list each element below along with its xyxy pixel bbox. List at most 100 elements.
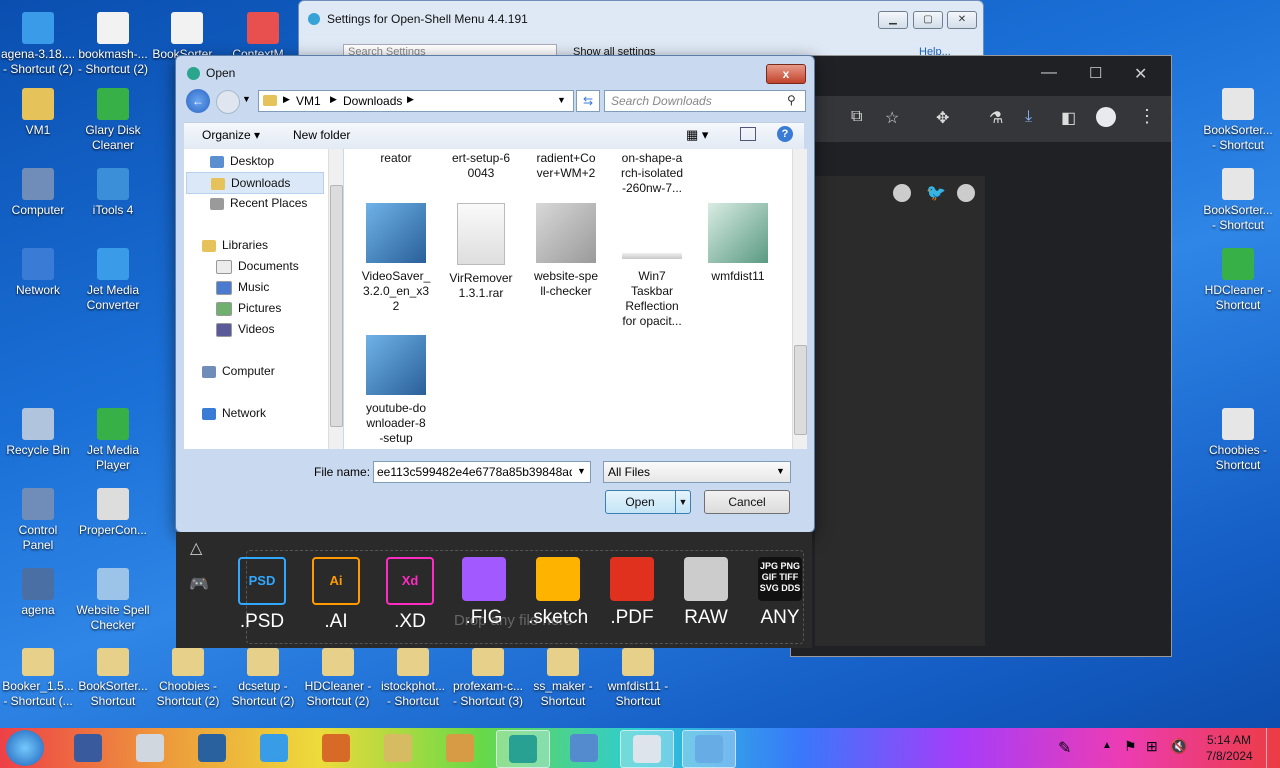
new-folder-button[interactable]: New folder: [293, 128, 350, 142]
desktop-icon[interactable]: agena: [0, 568, 76, 618]
address-dropdown-icon[interactable]: ▼: [557, 95, 566, 105]
file-item[interactable]: reator: [358, 151, 434, 166]
desktop-icon[interactable]: Choobies - Shortcut: [1200, 408, 1276, 473]
format-xd[interactable]: Xd .XD: [380, 557, 440, 633]
nav-scroll-thumb[interactable]: [330, 185, 343, 427]
desktop-icon[interactable]: BookSorter... - Shortcut: [1200, 168, 1276, 233]
desktop-icon[interactable]: Computer: [0, 168, 76, 218]
action-center-flag-icon[interactable]: ⚑: [1124, 738, 1137, 755]
twitter-icon[interactable]: 🐦: [926, 183, 946, 203]
bookmark-star-icon[interactable]: ☆: [885, 108, 899, 128]
cancel-button[interactable]: Cancel: [704, 490, 790, 514]
desktop-icon[interactable]: ProperCon...: [75, 488, 151, 538]
desktop-icon[interactable]: HDCleaner - Shortcut (2): [300, 648, 376, 709]
browser-window[interactable]: — ☐ ✕ ⧉ ☆ ✥ ⚗ ⤓ ◧ ⋮ 🐦: [790, 55, 1172, 657]
taskbar-app[interactable]: [558, 730, 610, 766]
open-split-arrow-icon[interactable]: ▼: [675, 491, 690, 513]
breadcrumb-root[interactable]: VM1: [296, 94, 321, 108]
organize-button[interactable]: Organize ▾: [202, 128, 260, 142]
desktop-icon[interactable]: Website Spell Checker: [75, 568, 151, 633]
taskbar-app[interactable]: [682, 730, 736, 768]
close-button[interactable]: ✕: [1134, 64, 1147, 84]
breadcrumb-folder[interactable]: Downloads: [343, 94, 402, 108]
tray-expand-icon[interactable]: ▲: [1102, 740, 1112, 751]
format-ai[interactable]: Ai .AI: [306, 557, 366, 633]
desktop-icon[interactable]: ss_maker - Shortcut: [525, 648, 601, 709]
taskbar-app[interactable]: [248, 730, 300, 766]
maximize-button[interactable]: ▢: [913, 11, 943, 29]
desktop-icon[interactable]: wmfdist11 - Shortcut: [600, 648, 676, 709]
download-icon[interactable]: ⤓: [1025, 108, 1032, 126]
file-name-input[interactable]: ee113c599482e4e6778a85b39848adbc ▼: [373, 461, 591, 483]
desktop-icon[interactable]: Booker_1.5... - Shortcut (...: [0, 648, 76, 709]
help-icon[interactable]: ?: [777, 126, 793, 142]
taskbar-app[interactable]: [62, 730, 114, 766]
taskbar-app[interactable]: [434, 730, 486, 766]
reddit-icon[interactable]: [893, 184, 911, 202]
file-type-select[interactable]: All Files ▼: [603, 461, 791, 483]
minimize-button[interactable]: —: [1041, 64, 1057, 82]
desktop-icon[interactable]: dcsetup - Shortcut (2): [225, 648, 301, 709]
desktop-icon[interactable]: HDCleaner - Shortcut: [1200, 248, 1276, 313]
format-pdf[interactable]: .PDF: [602, 557, 662, 629]
network-tray-icon[interactable]: ⊞: [1146, 738, 1158, 755]
gamepad-icon[interactable]: 🎮: [189, 574, 209, 594]
desktop-icon[interactable]: VM1: [0, 88, 76, 138]
menu-icon[interactable]: ⋮: [1138, 106, 1156, 127]
open-button[interactable]: Open ▼: [605, 490, 691, 514]
file-item[interactable]: VideoSaver_ 3.2.0_en_x3 2: [358, 203, 434, 314]
search-downloads-input[interactable]: Search Downloads ⚲: [604, 90, 806, 112]
preview-pane-icon[interactable]: [740, 127, 756, 141]
file-item[interactable]: on-shape-a rch-isolated -260nw-7...: [614, 151, 690, 196]
address-bar[interactable]: ▶ VM1 ▶ Downloads ▶ ▼: [258, 90, 574, 112]
start-button[interactable]: [6, 730, 44, 766]
lab-icon[interactable]: ⚗: [989, 108, 1003, 128]
taskbar-app[interactable]: [620, 730, 674, 768]
desktop-icon[interactable]: Glary Disk Cleaner: [75, 88, 151, 153]
format-drop-bar[interactable]: △ 🎮 Drop any file here PSD .PSD Ai .AI Xd .XD…: [176, 532, 812, 648]
desktop-icon[interactable]: BookSorter... - Shortcut: [1200, 88, 1276, 153]
nav-favorite-downloads[interactable]: Downloads: [186, 172, 324, 194]
file-item[interactable]: wmfdist11: [700, 203, 776, 284]
file-scroll-thumb[interactable]: [794, 345, 807, 435]
view-options-icon[interactable]: ▦ ▾: [686, 127, 708, 143]
taskbar-app[interactable]: [496, 730, 550, 768]
file-item[interactable]: youtube-do wnloader-8 -setup: [358, 335, 434, 446]
install-icon[interactable]: ⧉: [851, 108, 862, 126]
nav-network[interactable]: Network: [202, 403, 342, 423]
desktop-icon[interactable]: Choobies - Shortcut (2): [150, 648, 226, 709]
desktop-icon[interactable]: agena-3.18.... - Shortcut (2): [0, 12, 76, 77]
file-name-dropdown-icon[interactable]: ▼: [577, 466, 586, 476]
file-list-scrollbar[interactable]: [792, 149, 807, 449]
clock-time[interactable]: 5:14 AM: [1207, 733, 1251, 747]
maximize-button[interactable]: ☐: [1089, 64, 1102, 82]
show-desktop-button[interactable]: [1266, 728, 1280, 768]
file-item[interactable]: Win7 Taskbar Reflection for opacit...: [614, 253, 690, 329]
desktop-icon[interactable]: Jet Media Player: [75, 408, 151, 473]
taskbar-app[interactable]: [372, 730, 424, 766]
back-button[interactable]: ←: [186, 89, 210, 113]
tray-pen-icon[interactable]: ✎: [1058, 738, 1071, 758]
nav-libraries[interactable]: Libraries: [202, 235, 342, 255]
file-item[interactable]: website-spe ll-checker: [528, 203, 604, 299]
taskbar-app[interactable]: [310, 730, 362, 766]
open-file-dialog[interactable]: Open x ← ▼ ▶ VM1 ▶ Downloads ▶ ▼ ⇆ Searc…: [175, 55, 815, 533]
desktop-icon[interactable]: BookSorter... Shortcut: [75, 648, 151, 709]
format-raw[interactable]: RAW: [676, 557, 736, 629]
taskbar-app[interactable]: [124, 730, 176, 766]
desktop-icon[interactable]: Jet Media Converter: [75, 248, 151, 313]
file-list[interactable]: reator ert-setup-6 0043 radient+Co ver+WM+…: [344, 149, 807, 449]
taskbar-app[interactable]: [186, 730, 238, 766]
file-item[interactable]: ert-setup-6 0043: [443, 151, 519, 181]
drive-icon[interactable]: △: [190, 538, 202, 558]
nav-computer[interactable]: Computer: [202, 361, 342, 381]
clock-date[interactable]: 7/8/2024: [1206, 749, 1253, 763]
nav-scrollbar[interactable]: [328, 149, 343, 449]
search-icon[interactable]: ⚲: [787, 93, 796, 107]
desktop-icon[interactable]: istockphot... - Shortcut: [375, 648, 451, 709]
minimize-button[interactable]: ▁: [878, 11, 908, 29]
extensions-icon[interactable]: ✥: [936, 108, 949, 128]
format-psd[interactable]: PSD .PSD: [232, 557, 292, 633]
desktop-icon[interactable]: bookmash-... - Shortcut (2): [75, 12, 151, 77]
desktop-icon[interactable]: iTools 4: [75, 168, 151, 218]
